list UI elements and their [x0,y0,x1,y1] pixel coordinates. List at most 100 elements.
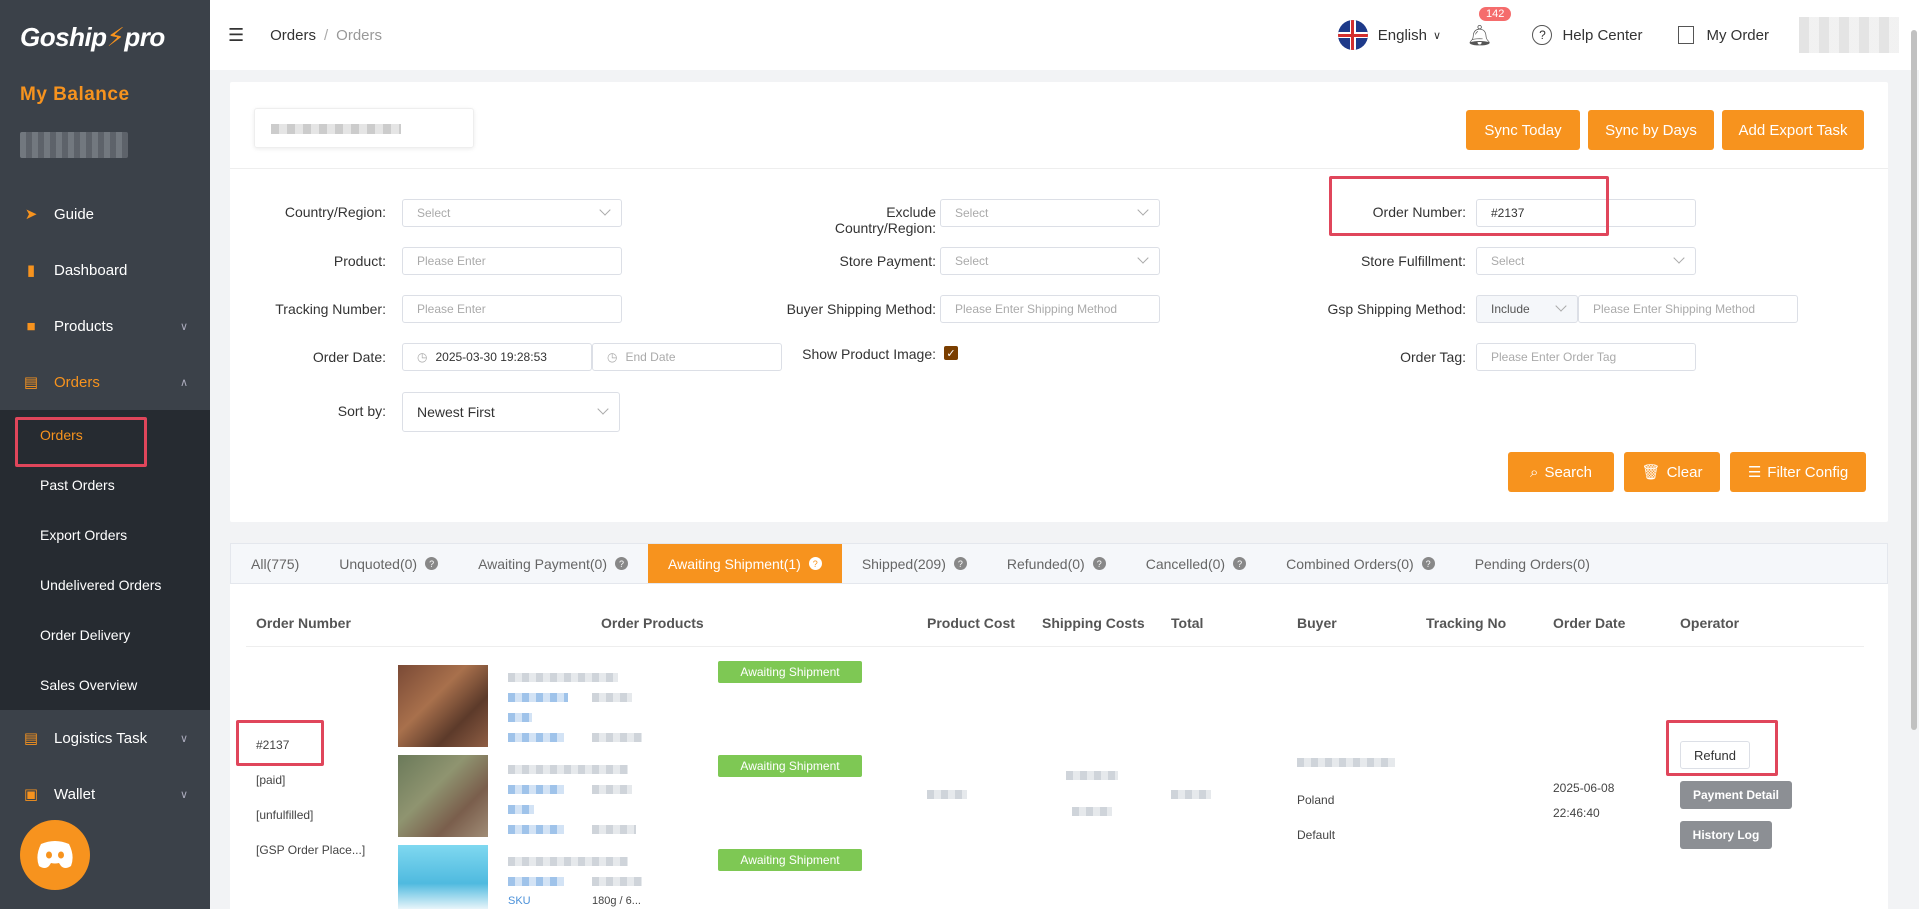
product-detail-redacted [592,733,642,742]
store-fulfillment-select[interactable]: Select [1476,247,1696,275]
sidebar-item-label: Dashboard [54,261,128,279]
input-placeholder: End Date [625,350,676,364]
input-value: #2137 [1491,206,1525,220]
product-label: Product: [333,253,386,269]
my-order-link[interactable]: My Order [1678,26,1769,44]
sidebar-item-wallet[interactable]: ▣ Wallet ∨ [0,766,210,822]
subnav-item-past-orders[interactable]: Past Orders [0,460,210,510]
status-badge: Awaiting Shipment [718,755,862,777]
help-center-link[interactable]: ? Help Center [1532,25,1642,45]
product-link-redacted [508,693,568,702]
language-selector[interactable]: English ∨ [1337,20,1441,50]
refund-button[interactable]: Refund [1680,741,1750,769]
clear-button[interactable]: 🗑︎ Clear [1624,452,1720,492]
bar-chart-icon: ▮ [26,262,36,279]
show-product-image-checkbox[interactable]: ✓ [944,346,958,360]
tracking-number-input[interactable]: Please Enter [402,295,622,323]
sidebar: Goship⚡pro My Balance ➤ Guide ▮ Dashboar… [0,0,210,909]
sync-today-button[interactable]: Sync Today [1466,110,1580,150]
orders-subnav: Orders Past Orders Export Orders Undeliv… [0,410,210,710]
tab-label: Awaiting Payment(0) [478,555,607,572]
sidebar-item-dashboard[interactable]: ▮ Dashboard [0,242,210,298]
product-link-redacted [508,805,534,814]
breadcrumb: Orders / Orders [270,27,382,44]
notification-button[interactable]: 🔔︎ 142 [1467,6,1512,48]
add-export-task-button[interactable]: Add Export Task [1722,110,1864,150]
tab-awaiting-shipment[interactable]: Awaiting Shipment(1)? [648,544,842,583]
user-avatar-redacted[interactable] [1799,17,1899,53]
sidebar-item-label: Orders [54,373,100,391]
subnav-item-orders[interactable]: Orders [0,410,210,460]
history-log-button[interactable]: History Log [1680,821,1772,849]
country-region-select[interactable]: Select [402,199,622,227]
sliders-icon: ☰ [1747,464,1762,481]
order-tag-input[interactable]: Please Enter Order Tag [1476,343,1696,371]
clock-icon: ◷ [417,350,428,364]
product-thumbnail[interactable] [398,665,488,747]
gsp-shipping-input[interactable]: Please Enter Shipping Method [1578,295,1798,323]
order-date-end-input[interactable]: ◷ End Date [592,343,782,371]
product-title-redacted [508,673,618,682]
tab-awaiting-payment[interactable]: Awaiting Payment(0)? [458,544,648,583]
logo[interactable]: Goship⚡pro [20,12,165,62]
gsp-shipping-mode-select[interactable]: Include [1476,295,1578,323]
sync-by-days-button[interactable]: Sync by Days [1588,110,1714,150]
input-placeholder: Please Enter [417,302,486,316]
store-payment-select[interactable]: Select [940,247,1160,275]
subnav-item-sales-overview[interactable]: Sales Overview [0,660,210,710]
input-placeholder: Please Enter Shipping Method [955,302,1118,316]
tab-cancelled[interactable]: Cancelled(0)? [1126,544,1266,583]
discord-button[interactable] [20,820,90,890]
balance-value-redacted [20,132,128,158]
tab-refunded[interactable]: Refunded(0)? [987,544,1126,583]
breadcrumb-item[interactable]: Orders [270,27,316,44]
tab-label: Refunded(0) [1006,555,1085,572]
sidebar-nav: ➤ Guide ▮ Dashboard ■ Products ∨ ▤ Order… [0,186,210,822]
payment-detail-button[interactable]: Payment Detail [1680,781,1792,809]
subnav-item-undelivered-orders[interactable]: Undelivered Orders [0,560,210,610]
tracking-number-label: Tracking Number: [275,301,386,317]
sidebar-item-guide[interactable]: ➤ Guide [0,186,210,242]
product-detail-redacted [592,785,632,794]
gsp-shipping-label: Gsp Shipping Method: [1327,301,1466,317]
menu-toggle-icon[interactable]: ☰ [228,25,244,46]
product-input[interactable]: Please Enter [402,247,622,275]
product-thumbnail[interactable] [398,845,488,909]
page-scrollbar[interactable] [1911,30,1917,730]
chevron-down-icon [1137,252,1149,264]
tab-combined-orders[interactable]: Combined Orders(0)? [1266,544,1455,583]
store-selector[interactable] [254,108,474,148]
subnav-item-order-delivery[interactable]: Order Delivery [0,610,210,660]
sidebar-item-orders[interactable]: ▤ Orders ∧ [0,354,210,410]
product-detail-redacted [592,693,632,702]
subnav-item-export-orders[interactable]: Export Orders [0,510,210,560]
document-icon [1678,26,1695,44]
search-button[interactable]: ⌕ Search [1508,452,1614,492]
help-icon: ? [1092,557,1106,570]
exclude-country-select[interactable]: Select [940,199,1160,227]
filter-config-button[interactable]: ☰ Filter Config [1730,452,1866,492]
order-number-input[interactable]: #2137 [1476,199,1696,227]
sidebar-item-logistics-task[interactable]: ▤ Logistics Task ∨ [0,710,210,766]
product-link-redacted [508,825,564,834]
top-bar: ☰ Orders / Orders English ∨ 🔔︎ 142 ? Help … [210,0,1919,70]
order-number-cell[interactable]: #2137 [256,738,289,752]
tab-shipped[interactable]: Shipped(209)? [842,544,987,583]
tab-all[interactable]: All(775) [231,544,319,583]
tab-unquoted[interactable]: Unquoted(0)? [319,544,458,583]
input-value: 2025-03-30 19:28:53 [435,350,547,364]
sort-by-select[interactable]: Newest First [402,392,620,432]
search-icon: ⌕ [1530,463,1539,481]
header-total: Total [1171,615,1204,631]
product-thumbnail[interactable] [398,755,488,837]
tab-pending-orders[interactable]: Pending Orders(0) [1455,544,1610,583]
sidebar-item-label: Guide [54,205,95,223]
chevron-up-icon: ∧ [179,376,188,389]
buyer-shipping-input[interactable]: Please Enter Shipping Method [940,295,1160,323]
tab-label: All(775) [251,555,300,572]
header-buyer: Buyer [1297,615,1337,631]
header-order-date: Order Date [1553,615,1626,631]
chevron-down-icon: ∨ [179,788,188,801]
sidebar-item-products[interactable]: ■ Products ∨ [0,298,210,354]
order-date-start-input[interactable]: ◷ 2025-03-30 19:28:53 [402,343,592,371]
